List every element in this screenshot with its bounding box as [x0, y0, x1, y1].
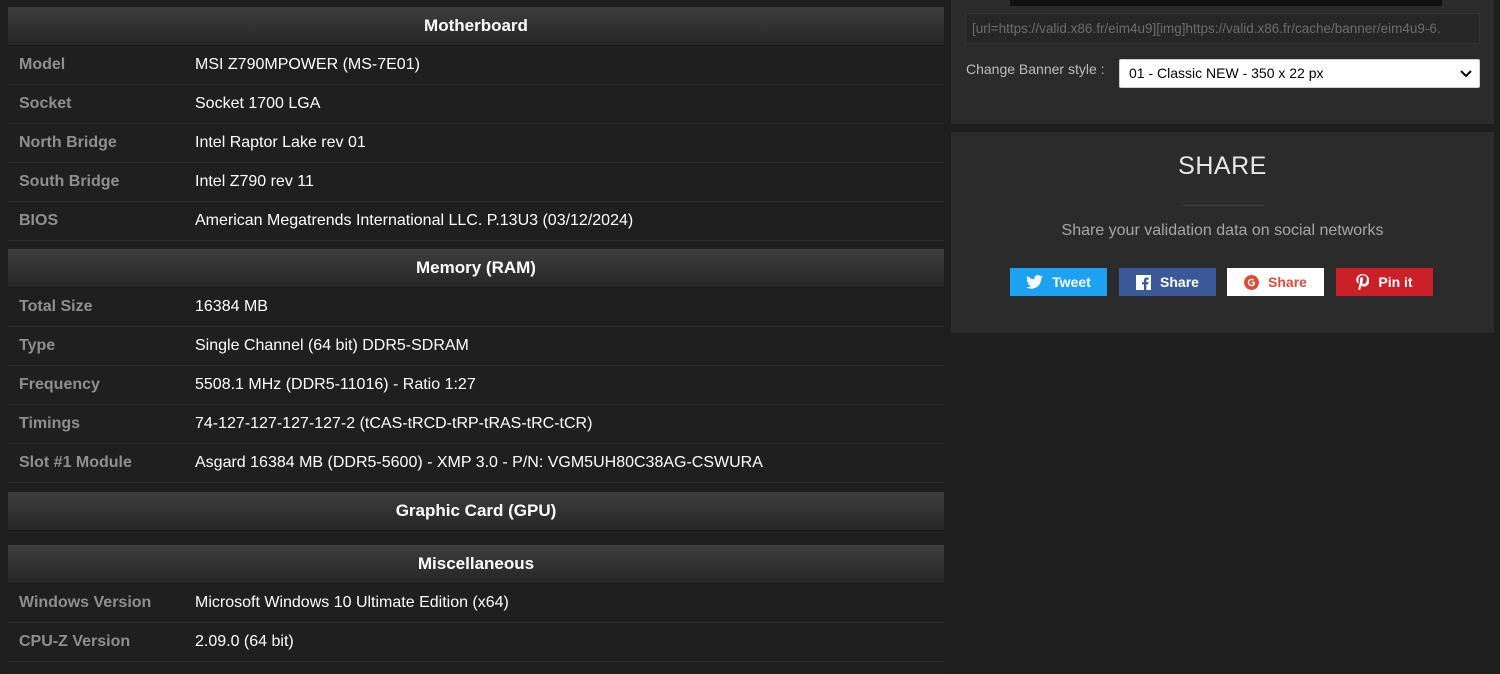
motherboard-header: Motherboard: [8, 7, 944, 46]
memory-table: Total Size 16384 MB Type Single Channel …: [8, 288, 944, 483]
tweet-button[interactable]: Tweet: [1010, 268, 1107, 296]
row-value: Socket 1700 LGA: [195, 95, 321, 112]
row-value: Intel Raptor Lake rev 01: [195, 134, 366, 151]
row-label: Type: [19, 337, 56, 354]
facebook-share-button[interactable]: Share: [1119, 268, 1216, 296]
google-share-label: Share: [1268, 274, 1307, 290]
table-row: Timings 74-127-127-127-127-2 (tCAS-tRCD-…: [8, 405, 944, 444]
banner-style-select[interactable]: 01 - Classic NEW - 350 x 22 px: [1119, 59, 1480, 88]
pinterest-label: Pin it: [1378, 274, 1413, 290]
row-value: American Megatrends International LLC. P…: [195, 212, 634, 229]
tweet-label: Tweet: [1052, 274, 1091, 290]
table-row: North Bridge Intel Raptor Lake rev 01: [8, 124, 944, 163]
row-label: Windows Version: [19, 594, 152, 611]
table-row: BIOS American Megatrends International L…: [8, 202, 944, 241]
pinterest-icon: [1356, 274, 1370, 290]
misc-header: Miscellaneous: [8, 545, 944, 584]
table-row: Total Size 16384 MB: [8, 288, 944, 327]
table-row: Slot #1 Module Asgard 16384 MB (DDR5-560…: [8, 444, 944, 483]
row-label: Timings: [19, 415, 81, 432]
share-description: Share your validation data on social net…: [1061, 222, 1384, 239]
row-label: North Bridge: [19, 134, 117, 151]
validation-details: Motherboard Model MSI Z790MPOWER (MS-7E0…: [8, 0, 944, 674]
table-row: South Bridge Intel Z790 rev 11: [8, 163, 944, 202]
facebook-icon: [1136, 274, 1152, 290]
misc-table: Windows Version Microsoft Windows 10 Ult…: [8, 584, 944, 662]
pinterest-button[interactable]: Pin it: [1336, 268, 1433, 296]
table-row: Model MSI Z790MPOWER (MS-7E01): [8, 46, 944, 85]
banner-style-value: 01 - Classic NEW - 350 x 22 px: [1129, 65, 1324, 81]
twitter-icon: [1026, 275, 1044, 289]
share-panel: SHARE Share your validation data on soci…: [951, 132, 1494, 333]
row-label: BIOS: [19, 212, 59, 229]
row-label: South Bridge: [19, 173, 120, 190]
row-label: Socket: [19, 95, 72, 112]
row-value: Single Channel (64 bit) DDR5-SDRAM: [195, 337, 469, 354]
row-value: Intel Z790 rev 11: [195, 173, 314, 190]
google-share-button[interactable]: Share: [1227, 268, 1324, 296]
chevron-down-icon: [1459, 60, 1473, 87]
row-value: 16384 MB: [195, 298, 268, 315]
gpu-header: Graphic Card (GPU): [8, 492, 944, 531]
row-label: Total Size: [19, 298, 93, 315]
banner-preview-edge: [1010, 0, 1442, 6]
row-label: Model: [19, 56, 66, 73]
row-value: 5508.1 MHz (DDR5-11016) - Ratio 1:27: [195, 376, 476, 393]
banner-code-field[interactable]: [url=https://valid.x86.fr/eim4u9][img]ht…: [965, 13, 1480, 44]
google-plus-icon: [1244, 274, 1260, 290]
row-label: CPU-Z Version: [19, 633, 131, 650]
row-value: Microsoft Windows 10 Ultimate Edition (x…: [195, 594, 509, 611]
banner-style-label: Change Banner style :: [966, 61, 1105, 77]
table-row: Frequency 5508.1 MHz (DDR5-11016) - Rati…: [8, 366, 944, 405]
row-value: 2.09.0 (64 bit): [195, 633, 294, 650]
table-row: Socket Socket 1700 LGA: [8, 85, 944, 124]
table-row: Windows Version Microsoft Windows 10 Ult…: [8, 584, 944, 623]
row-label: Slot #1 Module: [19, 454, 132, 471]
row-label: Frequency: [19, 376, 100, 393]
table-row: Type Single Channel (64 bit) DDR5-SDRAM: [8, 327, 944, 366]
row-value: Asgard 16384 MB (DDR5-5600) - XMP 3.0 - …: [195, 454, 763, 471]
share-divider: [1182, 205, 1264, 206]
row-value: MSI Z790MPOWER (MS-7E01): [195, 56, 420, 73]
facebook-share-label: Share: [1160, 274, 1199, 290]
share-title: SHARE: [1178, 152, 1267, 180]
row-value: 74-127-127-127-127-2 (tCAS-tRCD-tRP-tRAS…: [195, 415, 593, 432]
table-row: CPU-Z Version 2.09.0 (64 bit): [8, 623, 944, 662]
motherboard-table: Model MSI Z790MPOWER (MS-7E01) Socket So…: [8, 46, 944, 241]
memory-header: Memory (RAM): [8, 249, 944, 288]
